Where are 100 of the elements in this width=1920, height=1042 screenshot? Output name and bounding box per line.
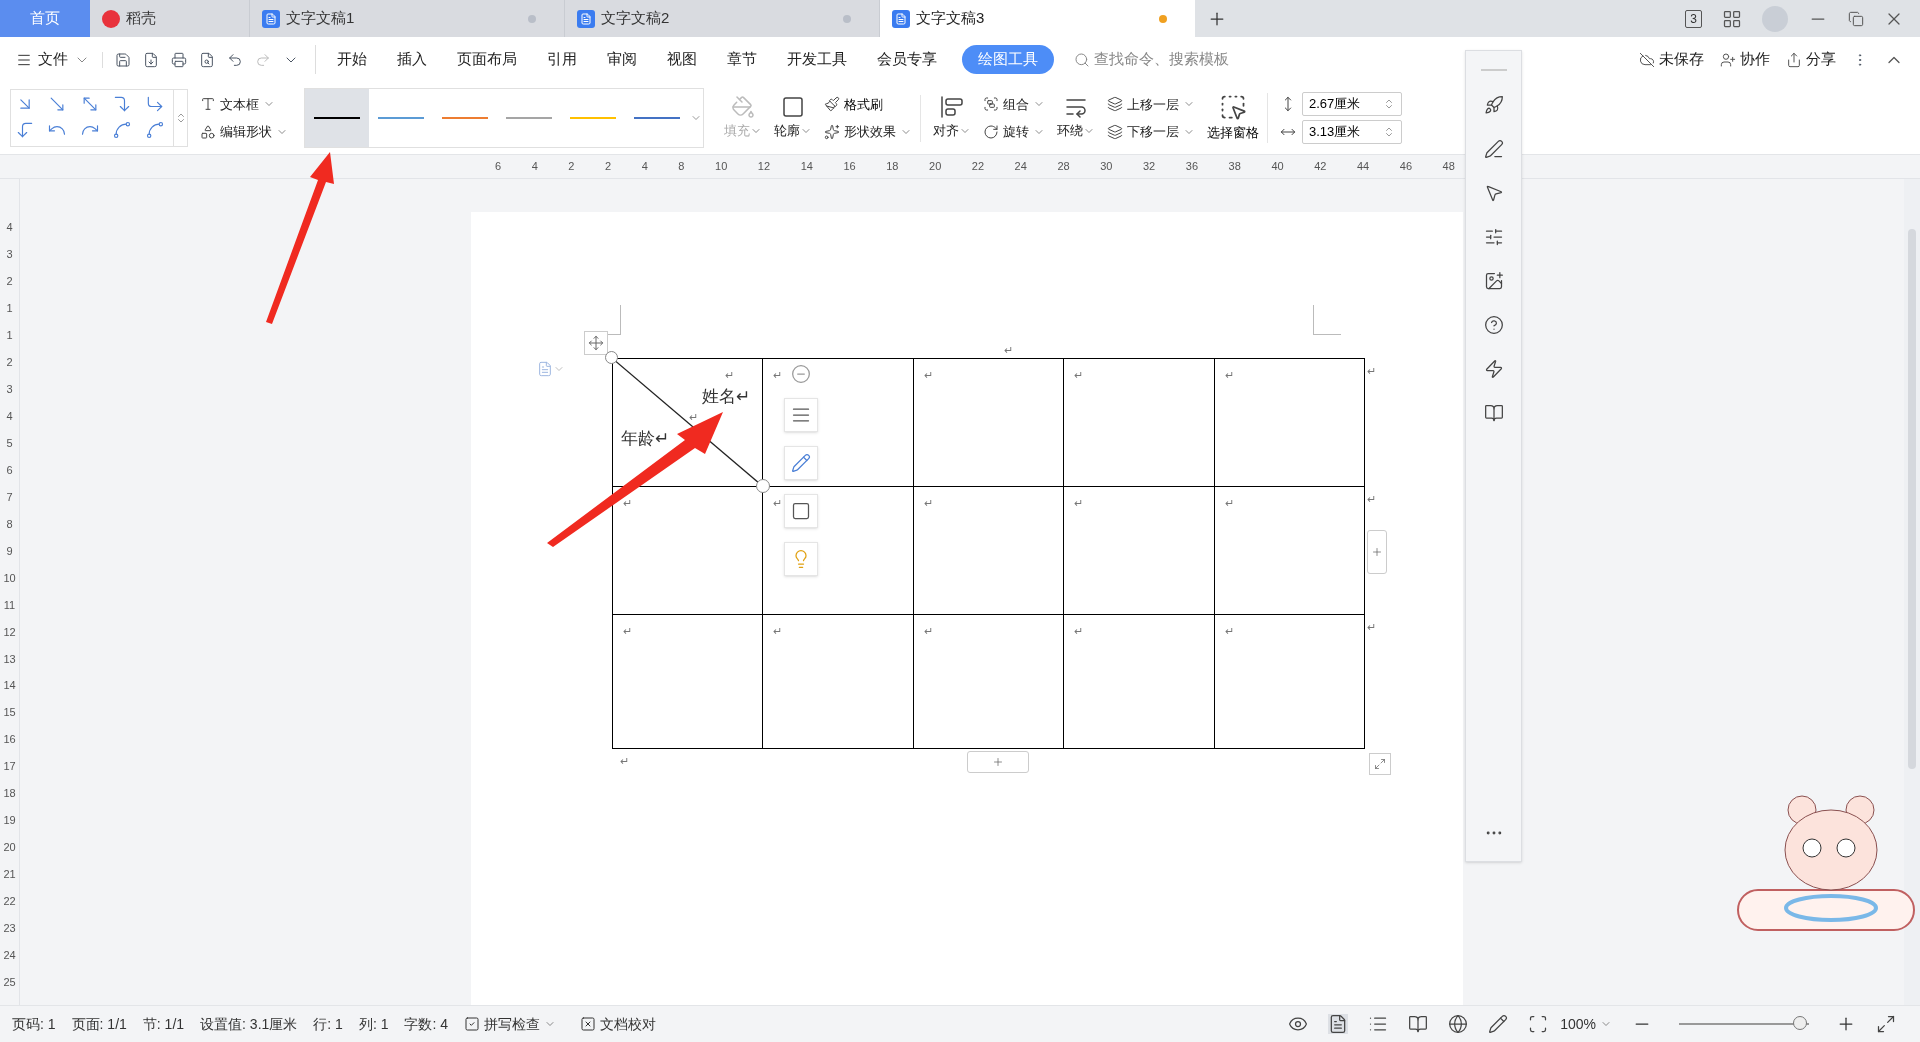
proofread-button[interactable]: 文档校对 — [580, 1013, 657, 1035]
image-icon[interactable] — [1483, 271, 1504, 291]
header-action[interactable]: 分享 — [1786, 48, 1836, 71]
brush-icon[interactable] — [824, 96, 840, 113]
menu-tab[interactable]: 会员专享 — [864, 45, 950, 74]
undo-icon[interactable] — [227, 51, 243, 68]
edit-shape-button[interactable]: 编辑形状 — [200, 122, 300, 142]
book-search-icon[interactable] — [1483, 403, 1504, 423]
menu-tab[interactable]: 页面布局 — [444, 45, 530, 74]
line-shape-icon[interactable] — [112, 120, 133, 140]
line-shape-icon[interactable] — [144, 120, 165, 140]
rotate-button[interactable]: 旋转 — [983, 122, 1045, 142]
status-item: 设置值: 3.1厘米 — [200, 1014, 298, 1034]
page-view-icon[interactable] — [1328, 1014, 1349, 1034]
zoom-slider-thumb[interactable] — [1792, 1016, 1807, 1030]
document-tab[interactable]: 文字文稿2 — [565, 0, 880, 37]
web-view-icon[interactable] — [1448, 1014, 1469, 1034]
selection-pane-button[interactable]: 选择窗格 — [1207, 93, 1268, 143]
menu-tab[interactable]: 审阅 — [594, 45, 650, 74]
cloud-icon[interactable] — [1639, 51, 1655, 68]
outline-button[interactable]: 轮廓 — [774, 95, 812, 141]
text-box-icon[interactable] — [200, 96, 216, 113]
group-icon[interactable] — [983, 96, 999, 113]
group-button[interactable]: 组合 — [983, 94, 1045, 114]
wrap-button[interactable]: 环绕 — [1057, 95, 1095, 141]
rotate-icon[interactable] — [983, 123, 999, 140]
collapse-icon[interactable] — [791, 364, 811, 384]
menu-tab[interactable]: 视图 — [654, 45, 710, 74]
export-icon[interactable] — [143, 51, 159, 68]
line-style-option[interactable] — [305, 89, 369, 147]
read-view-icon[interactable] — [1408, 1014, 1429, 1034]
outline-icon[interactable] — [781, 95, 805, 120]
menu-tab[interactable]: 章节 — [714, 45, 770, 74]
lightning-icon[interactable] — [1483, 359, 1504, 379]
quick-tool-button[interactable] — [784, 398, 818, 432]
sliders-icon[interactable] — [1483, 227, 1504, 247]
layers-icon[interactable] — [1107, 123, 1123, 140]
ruler-number: 10 — [715, 159, 728, 175]
shapes-icon[interactable] — [200, 123, 216, 140]
menu-tab[interactable]: 开发工具 — [774, 45, 860, 74]
paragraph-mark: ↵ — [725, 368, 735, 383]
ruler-number: 2 — [568, 159, 575, 175]
fit-page-icon[interactable] — [1528, 1014, 1549, 1034]
resize-handle[interactable] — [605, 351, 618, 364]
resize-handle[interactable] — [756, 479, 770, 493]
header-action[interactable]: 未保存 — [1639, 48, 1704, 71]
rocket-icon[interactable] — [1483, 95, 1504, 115]
menu-tab[interactable]: 开始 — [324, 45, 380, 74]
menu-tab[interactable]: 引用 — [534, 45, 590, 74]
search-icon[interactable] — [1074, 51, 1090, 68]
ruler-number: 18 — [3, 786, 16, 802]
document-tab[interactable]: 文字文稿3 — [880, 0, 1195, 37]
format-painter-button[interactable]: 格式刷 — [824, 94, 912, 114]
document-tab[interactable]: 文字文稿1 — [250, 0, 565, 37]
pen-icon[interactable] — [1483, 139, 1504, 159]
ruler-number: 5 — [6, 435, 13, 451]
fullscreen-icon[interactable] — [1876, 1014, 1896, 1034]
margin-corner-mark — [1313, 305, 1341, 335]
height-field[interactable]: 2.67厘米 — [1302, 92, 1402, 116]
quick-tool-button[interactable] — [784, 494, 818, 528]
resize-table-button[interactable] — [1369, 753, 1391, 775]
shape-effects-button[interactable]: 形状效果 — [824, 122, 912, 142]
grid-icon[interactable] — [1722, 8, 1742, 29]
restore-icon[interactable] — [1848, 10, 1864, 27]
view-mode-button[interactable]: 3 — [1685, 9, 1702, 28]
preview-icon[interactable] — [199, 51, 215, 68]
share-icon[interactable] — [1786, 51, 1802, 68]
ruler-number: 38 — [1228, 159, 1241, 175]
header-action[interactable]: 协作 — [1720, 48, 1770, 71]
quick-tool-button[interactable] — [784, 446, 818, 480]
width-field[interactable]: 3.13厘米 — [1302, 120, 1402, 144]
text-box-button[interactable]: 文本框 — [200, 94, 300, 114]
help-icon[interactable] — [1483, 315, 1504, 335]
document-tab[interactable]: 稻壳 — [90, 0, 250, 37]
search-field[interactable]: 查找命令、搜索模板 — [1074, 48, 1229, 71]
align-icon[interactable] — [940, 95, 964, 120]
line-shape-icon[interactable] — [15, 120, 35, 140]
stepper-icon[interactable] — [1383, 126, 1395, 138]
layers-icon[interactable] — [1107, 96, 1123, 113]
ruler-number: 2 — [605, 159, 612, 175]
align-button[interactable]: 对齐 — [933, 95, 971, 141]
sparkles-icon[interactable] — [824, 123, 840, 140]
scrollbar[interactable] — [1904, 179, 1920, 1005]
tab-label: 文字文稿2 — [601, 8, 671, 29]
menu-tab[interactable]: 插入 — [384, 45, 440, 74]
paragraph-mark: ↵ — [773, 496, 783, 511]
stepper-icon[interactable] — [1383, 98, 1395, 110]
selection-icon[interactable] — [1219, 93, 1247, 122]
pen-icon[interactable] — [1488, 1014, 1509, 1034]
send-backward-button[interactable]: 下移一层 — [1107, 122, 1195, 142]
writer-doc-icon — [262, 9, 280, 28]
zoom-level-button[interactable]: 100% — [1560, 1013, 1612, 1035]
move-table-handle[interactable] — [584, 331, 608, 355]
add-user-icon[interactable] — [1720, 51, 1736, 68]
spell-check-button[interactable]: 拼写检查 — [464, 1013, 557, 1035]
save-icon[interactable] — [115, 51, 131, 68]
bring-forward-button[interactable]: 上移一层 — [1107, 94, 1195, 114]
ruler-number: 3 — [6, 381, 13, 397]
print-icon[interactable] — [171, 51, 187, 68]
file-menu-button[interactable]: 文件 — [16, 48, 90, 71]
